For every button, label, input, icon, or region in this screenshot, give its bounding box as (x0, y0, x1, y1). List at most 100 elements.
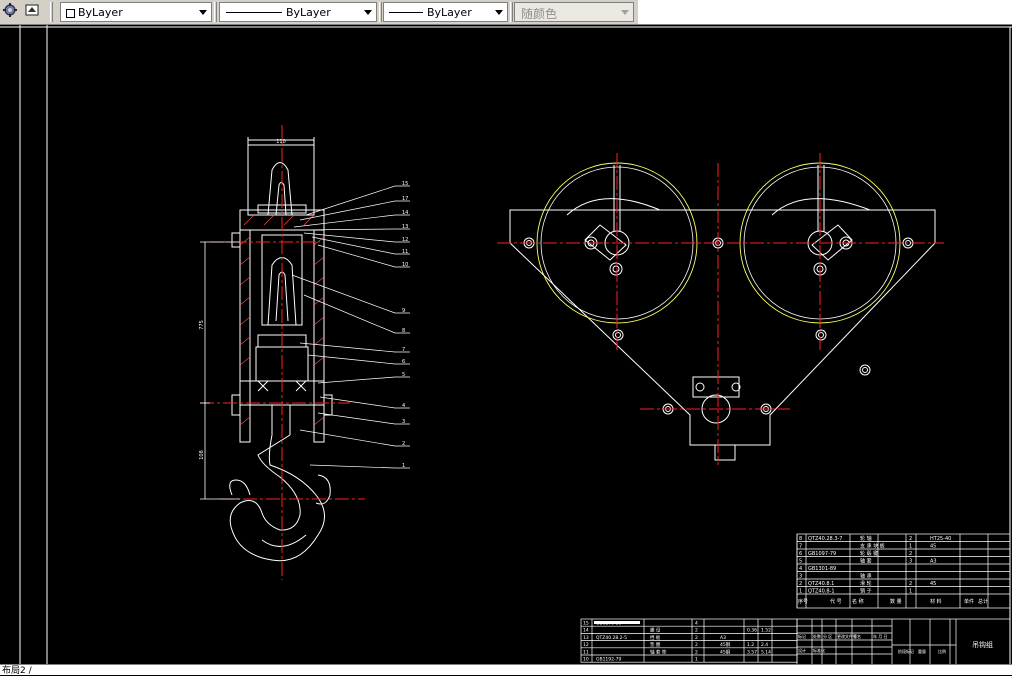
title-cell: 标准化 (813, 647, 825, 653)
bom-no: 15 (583, 621, 589, 627)
bom-footer: 材 料 (930, 598, 942, 605)
bom-qty: 2 (909, 551, 912, 557)
color-combo[interactable]: ByLayer (60, 2, 212, 22)
callout-leader (309, 464, 410, 469)
title-cell: 处数 (813, 633, 821, 639)
bom-unit-weight: 0.36 (747, 628, 757, 634)
callout-leader (297, 228, 410, 231)
drawing-title: 吊钩组 (972, 640, 993, 649)
title-cell: 重量 (918, 648, 926, 654)
bom-name: 轴 套 (860, 558, 872, 565)
callout-label: 9 (402, 308, 405, 314)
command-line[interactable]: 布局2 / (0, 664, 1012, 676)
toolbar-grip[interactable] (50, 2, 53, 22)
layer-properties-button[interactable] (0, 2, 20, 22)
title-block-text: 标记 处数分 区更改文件号签名年 月 日设计 标准化 阶段标记 重量 比例吊钩组 (798, 633, 993, 654)
bom-total-weight: 5.14 (761, 649, 771, 655)
chevron-down-icon[interactable] (617, 3, 633, 21)
hook-centerline (200, 125, 365, 580)
bom-no: 10 (583, 657, 589, 663)
plotstyle-combo[interactable]: 随颜色 (514, 2, 634, 22)
bom-no: 12 (583, 642, 589, 648)
bom-no: 14 (583, 628, 589, 634)
bom-no: 13 (583, 635, 589, 641)
title-cell: 签名 (853, 633, 861, 639)
callout-leader (317, 376, 410, 384)
chevron-down-icon[interactable] (195, 3, 211, 21)
bom-footer: 代 号 (830, 598, 842, 605)
chevron-down-icon[interactable] (360, 3, 376, 21)
toolbar-grip[interactable] (214, 2, 217, 22)
bom-total-weight: 2.4 (761, 642, 768, 648)
cad-drawing[interactable]: 110 775 108 15171413121110987654321 8 QT… (0, 25, 1012, 675)
linetype-combo[interactable]: ByLayer (219, 2, 377, 22)
lineweight-combo-value: ByLayer (427, 6, 472, 19)
bom-qty: 2 (909, 536, 912, 542)
callout-label: 10 (402, 262, 408, 268)
hook-block-section-view (229, 137, 333, 562)
callout-leader (299, 429, 410, 447)
color-combo-value: ByLayer (78, 6, 123, 19)
callout-label: 4 (402, 403, 405, 409)
callout-label: 6 (402, 359, 405, 365)
bom-no: 5 (799, 559, 802, 565)
bom-no: 4 (799, 566, 802, 572)
bom-no: 2 (799, 581, 802, 587)
bom-material: A3 (720, 635, 726, 641)
callout-leader (303, 294, 410, 334)
toolbar-empty-area (638, 0, 1012, 24)
lineweight-combo[interactable]: ByLayer (383, 2, 508, 22)
trolley-side-view (509, 165, 936, 461)
bom-name: 轮 毂 键 (860, 550, 878, 557)
bom-footer: 数 量 (890, 598, 902, 605)
callout-label: 12 (402, 237, 408, 243)
bom-no: 1 (799, 589, 802, 595)
callout-leader (305, 185, 410, 216)
bom-name: 支 承 块 板 (860, 543, 885, 550)
callout-label: 14 (402, 210, 408, 216)
bom-code: GB1192-79 (596, 657, 622, 663)
callout-label: 3 (402, 419, 405, 425)
plotstyle-combo-value: 随颜色 (521, 7, 558, 21)
toolbar-grip[interactable] (379, 2, 382, 22)
title-cell: 比例 (938, 648, 946, 654)
layout-tab-label: 布局2 / (2, 666, 32, 676)
callout-leader (291, 274, 410, 314)
callout-label: 5 (402, 372, 405, 378)
bom-qty: 1 (909, 589, 912, 595)
bom-total-weight: 1.52 (761, 628, 771, 634)
color-swatch-icon (66, 8, 75, 18)
callout-leader (317, 244, 410, 268)
trolley-centerlines (497, 153, 944, 465)
chevron-down-icon[interactable] (491, 3, 507, 21)
callout-label: 11 (402, 249, 408, 255)
title-cell: 年 月 日 (873, 633, 888, 639)
bom-code: QTZ40.8.1 (808, 581, 834, 587)
bom-no: 6 (799, 551, 802, 557)
callout-label: 2 (402, 441, 405, 447)
callout-leader (307, 354, 410, 365)
bom-unit-weight: 1.2 (747, 642, 754, 648)
callout-leader (299, 342, 410, 353)
bom-qty: 1 (695, 657, 698, 663)
callout-label: 8 (402, 328, 405, 334)
bom-name: 垫 圈 (650, 641, 661, 648)
bom-material: 45 (930, 581, 936, 587)
bom-material: 45 (930, 544, 936, 550)
properties-toolbar: ByLayer ByLayer ByLayer 随颜色 (0, 0, 1012, 25)
callout-label: 13 (402, 224, 408, 230)
callout-leader (293, 214, 410, 228)
bom-code: GB6170-86 (596, 621, 622, 627)
bom-footer: 名 称 (852, 598, 864, 605)
bom-qty: 1 (909, 544, 912, 550)
callout-label: 1 (402, 463, 405, 469)
toolbar-grip[interactable] (510, 2, 513, 22)
title-cell: 分 区 (823, 633, 832, 639)
bom-qty: 2 (695, 628, 698, 634)
title-cell: 标记 (798, 633, 806, 639)
layer-stack-icon (24, 2, 40, 22)
make-current-button[interactable] (22, 2, 42, 22)
hook-dimensions (200, 241, 240, 500)
drawing-canvas[interactable]: 110 775 108 15 17 14 13 12 11 10 9 8 7 6 5 4 3 2 1 (0, 25, 1012, 675)
callout-leader (311, 236, 410, 255)
